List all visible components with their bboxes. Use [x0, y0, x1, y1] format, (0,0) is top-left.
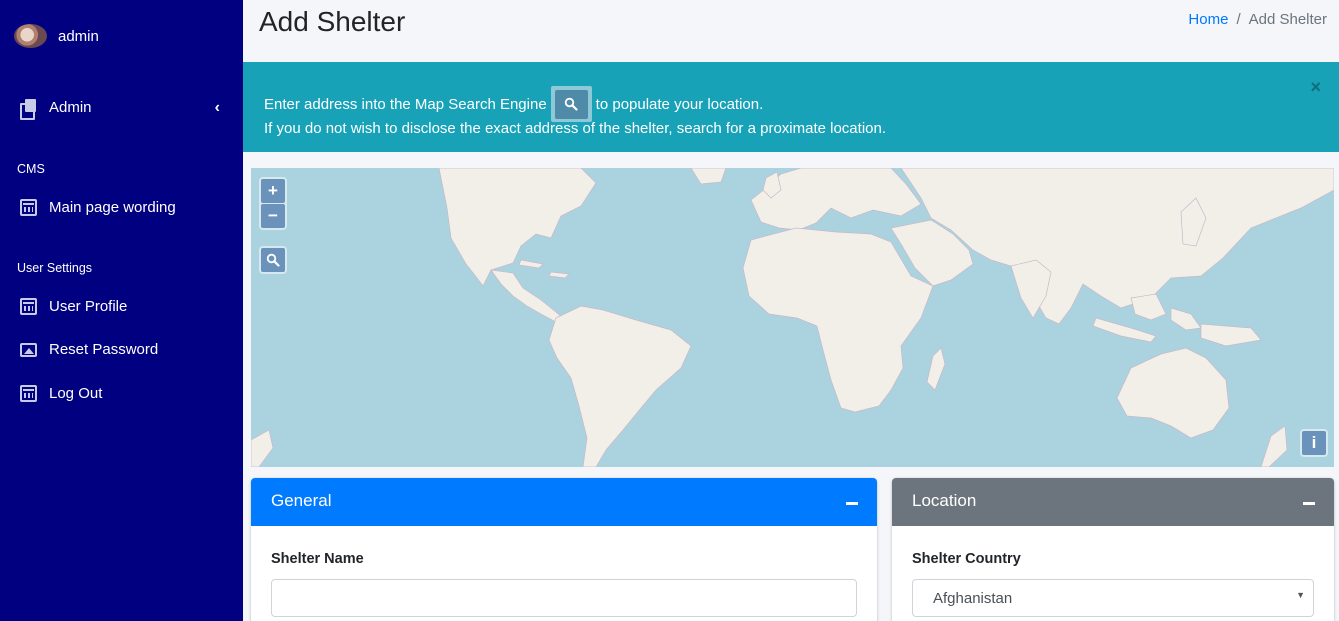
- sidebar-item-label: Reset Password: [49, 341, 159, 358]
- search-icon: [564, 97, 578, 111]
- sidebar-item-label: User Profile: [49, 298, 128, 315]
- location-card: Location Shelter Country Afghanistan ▼: [892, 478, 1334, 621]
- sidebar: admin Admin ‹ CMS Main page wording User…: [0, 0, 243, 621]
- avatar: [14, 24, 47, 48]
- sidebar-item-user-profile[interactable]: User Profile: [20, 298, 226, 315]
- zoom-in-button[interactable]: +: [261, 179, 285, 203]
- shelter-name-label: Shelter Name: [271, 551, 364, 567]
- breadcrumb-current: Add Shelter: [1248, 11, 1327, 28]
- sidebar-item-main-page-wording[interactable]: Main page wording: [20, 199, 226, 216]
- alert-line-2: If you do not wish to disclose the exact…: [264, 120, 887, 137]
- breadcrumb-home-link[interactable]: Home: [1188, 11, 1228, 28]
- content-header: Add Shelter Home / Add Shelter: [243, 0, 1339, 62]
- info-button[interactable]: i: [1302, 431, 1326, 455]
- general-card: General Shelter Name: [251, 478, 877, 621]
- card-header: Location: [892, 478, 1334, 526]
- chevron-left-icon: ‹: [214, 99, 220, 116]
- map-search-button[interactable]: [261, 248, 285, 272]
- info-alert: Enter address into the Map Search Engine…: [243, 62, 1339, 152]
- minus-icon[interactable]: [846, 502, 858, 505]
- caret-down-icon: ▼: [1296, 590, 1305, 600]
- map-search-control: [259, 246, 287, 274]
- nav-header-cms: CMS: [17, 162, 45, 176]
- breadcrumb-separator: /: [1236, 11, 1241, 28]
- shelter-country-select[interactable]: Afghanistan ▼: [912, 579, 1314, 617]
- user-name[interactable]: admin: [58, 28, 99, 45]
- search-icon: [266, 253, 280, 267]
- breadcrumb: Home / Add Shelter: [1188, 11, 1327, 28]
- page-title: Add Shelter: [259, 6, 406, 37]
- user-panel[interactable]: admin: [14, 24, 99, 48]
- close-icon[interactable]: ×: [1310, 77, 1321, 98]
- nav-header-user-settings: User Settings: [17, 261, 93, 275]
- selected-country: Afghanistan: [933, 589, 1013, 607]
- sidebar-item-label: Log Out: [49, 385, 103, 402]
- card-header: General: [251, 478, 877, 526]
- alert-text-after: to populate your location.: [595, 95, 764, 113]
- zoom-out-button[interactable]: −: [261, 204, 285, 228]
- image-icon: [20, 342, 37, 357]
- sidebar-item-reset-password[interactable]: Reset Password: [20, 341, 226, 358]
- minus-icon[interactable]: [1303, 502, 1315, 505]
- map-attribution-control: i: [1300, 429, 1328, 457]
- sidebar-item-label: Admin: [49, 99, 92, 116]
- calendar-icon: [20, 385, 37, 402]
- shelter-name-input[interactable]: [271, 579, 857, 617]
- calendar-icon: [20, 199, 37, 216]
- copy-icon: [20, 99, 37, 120]
- alert-search-icon-button: [550, 86, 592, 122]
- calendar-icon: [20, 298, 37, 315]
- card-title: Location: [912, 491, 977, 510]
- sidebar-item-log-out[interactable]: Log Out: [20, 385, 226, 402]
- sidebar-item-label: Main page wording: [49, 199, 176, 216]
- alert-line-1: Enter address into the Map Search Engine…: [264, 86, 763, 122]
- world-map-land: [251, 168, 1334, 467]
- map[interactable]: + − i: [251, 168, 1334, 467]
- alert-text-before: Enter address into the Map Search Engine: [264, 95, 547, 113]
- zoom-control: + −: [259, 177, 287, 230]
- sidebar-item-admin[interactable]: Admin ‹: [20, 99, 226, 120]
- card-title: General: [271, 491, 332, 510]
- shelter-country-label: Shelter Country: [912, 551, 1021, 567]
